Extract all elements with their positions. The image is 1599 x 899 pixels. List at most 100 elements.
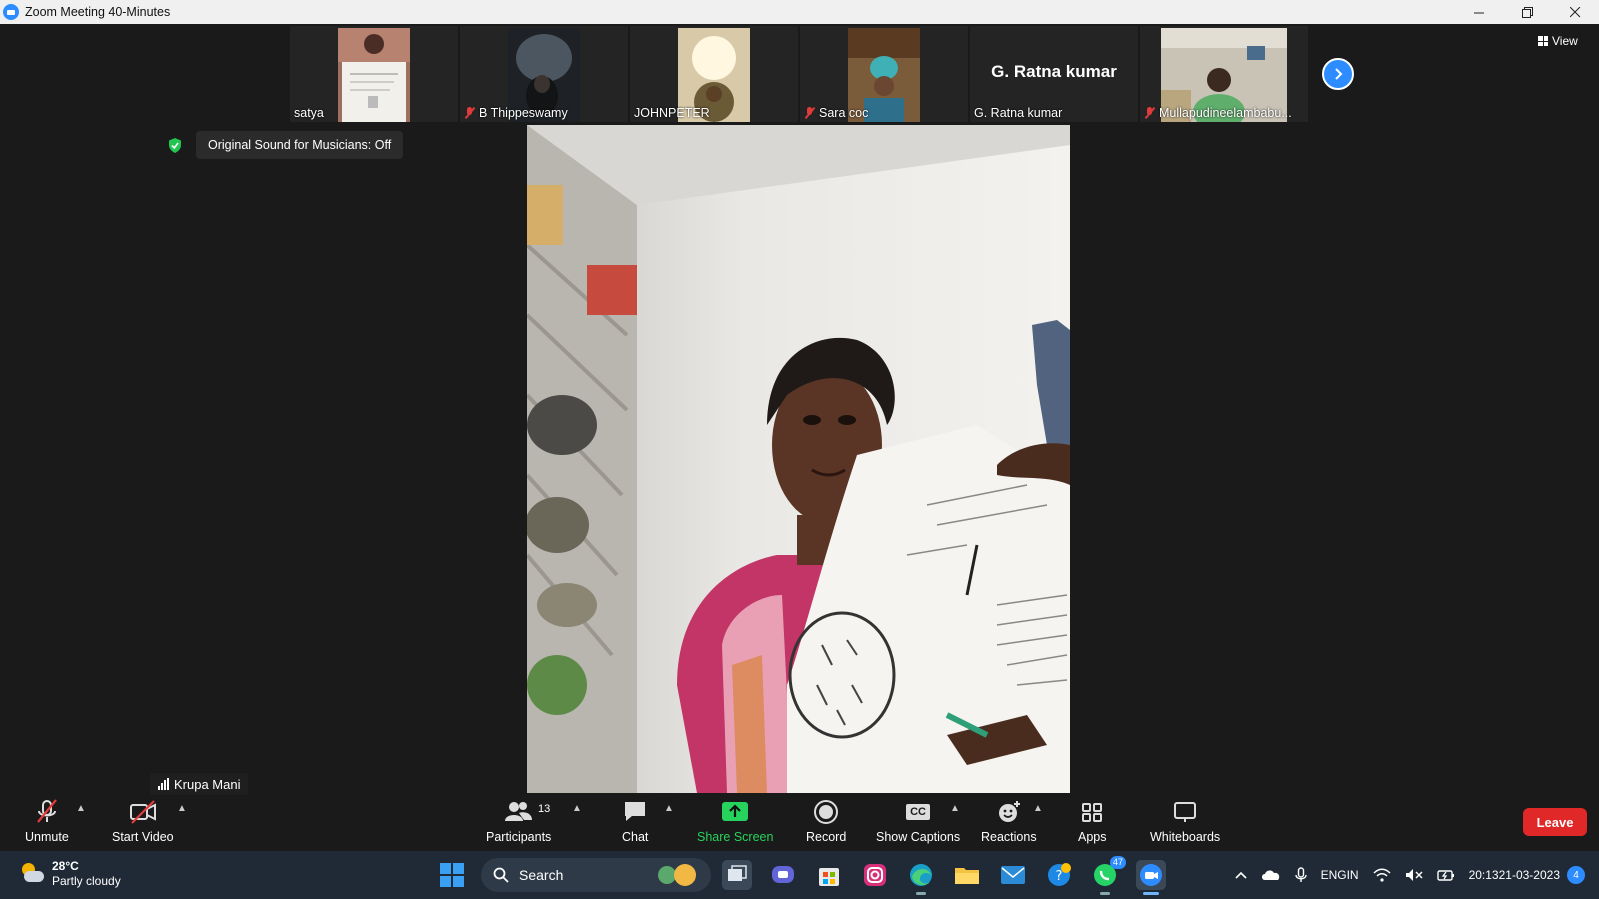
show-captions-label: Show Captions xyxy=(876,830,961,844)
minimize-icon xyxy=(1473,12,1484,13)
record-icon xyxy=(813,799,839,825)
taskbar-search-box[interactable]: Search xyxy=(481,858,711,892)
unmute-label: Unmute xyxy=(25,830,69,844)
restore-button[interactable] xyxy=(1503,0,1551,24)
participants-icon xyxy=(504,799,534,825)
microsoft-store-icon[interactable] xyxy=(814,860,844,890)
whiteboards-label: Whiteboards xyxy=(1150,830,1221,844)
participants-label: Participants xyxy=(486,830,552,844)
volume-muted-icon[interactable] xyxy=(1405,868,1423,882)
share-screen-label: Share Screen xyxy=(697,830,774,844)
chat-options-caret[interactable]: ▲ xyxy=(664,803,674,814)
participant-name-row: Mullapudineelambabu... xyxy=(1144,106,1292,120)
svg-text:?: ? xyxy=(1056,869,1063,884)
chat-label: Chat xyxy=(622,830,649,844)
share-screen-button[interactable]: Share Screen xyxy=(697,799,773,844)
task-view-icon[interactable] xyxy=(722,860,752,890)
video-options-caret[interactable]: ▲ xyxy=(177,803,187,814)
zoom-logo-icon xyxy=(3,4,19,20)
search-highlight-icon xyxy=(658,864,696,886)
participant-name-row: Sara coc xyxy=(804,106,868,120)
start-video-button[interactable]: Start Video xyxy=(112,799,174,844)
window-controls xyxy=(1455,0,1599,24)
record-label: Record xyxy=(806,830,847,844)
original-sound-toggle[interactable]: Original Sound for Musicians: Off xyxy=(196,131,404,159)
participant-tile[interactable]: JOHNPETER xyxy=(630,26,798,122)
participants-count: 13 xyxy=(538,803,551,815)
windows-taskbar: 28°C Partly cloudy Search ? 47 ENG IN 20… xyxy=(0,851,1599,899)
audio-options-caret[interactable]: ▲ xyxy=(76,803,86,814)
search-icon xyxy=(493,867,509,883)
participant-name: Mullapudineelambabu... xyxy=(1159,106,1292,120)
pinned-apps: ? 47 xyxy=(722,856,1166,895)
view-label: View xyxy=(1552,34,1578,48)
zoom-meeting-window: Zoom Meeting 40-Minutes satya B Thippesw… xyxy=(0,0,1599,899)
captions-options-caret[interactable]: ▲ xyxy=(950,803,960,814)
shield-check-icon xyxy=(169,138,181,153)
reactions-button[interactable]: Reactions xyxy=(981,799,1037,844)
close-button[interactable] xyxy=(1551,0,1599,24)
participant-name: G. Ratna kumar xyxy=(974,106,1063,120)
muted-mic-icon xyxy=(35,799,59,825)
chat-button[interactable]: Chat xyxy=(622,799,648,844)
apps-label: Apps xyxy=(1078,830,1107,844)
apps-button[interactable]: Apps xyxy=(1078,799,1107,844)
input-language-indicator[interactable]: ENG IN xyxy=(1321,868,1359,883)
video-off-icon xyxy=(129,799,157,825)
participant-tile[interactable]: Sara coc xyxy=(800,26,968,122)
reactions-options-caret[interactable]: ▲ xyxy=(1033,803,1043,814)
chat-icon xyxy=(622,799,648,825)
participant-tile[interactable]: B Thippeswamy xyxy=(460,26,628,122)
apps-icon xyxy=(1080,799,1104,825)
view-button[interactable]: View xyxy=(1538,34,1578,48)
participant-name-row: satya xyxy=(294,106,324,120)
signal-strength-icon xyxy=(158,778,169,790)
wifi-icon[interactable] xyxy=(1373,868,1391,882)
record-button[interactable]: Record xyxy=(806,799,846,844)
microphone-in-use-icon[interactable] xyxy=(1294,867,1307,883)
next-page-button[interactable] xyxy=(1322,58,1354,90)
unmute-button[interactable]: Unmute xyxy=(25,799,69,844)
onedrive-cloud-icon[interactable] xyxy=(1261,869,1281,881)
reaction-smiley-icon xyxy=(996,799,1022,825)
minimize-button[interactable] xyxy=(1455,0,1503,24)
closed-captions-icon: CC xyxy=(906,799,930,825)
muted-mic-icon xyxy=(464,107,475,119)
zoom-app-icon[interactable] xyxy=(1136,860,1166,895)
whatsapp-icon[interactable]: 47 xyxy=(1090,856,1126,895)
participant-tile[interactable]: Mullapudineelambabu... xyxy=(1140,26,1308,122)
participant-tile[interactable]: G. Ratna kumar G. Ratna kumar xyxy=(970,26,1138,122)
participant-name-row: JOHNPETER xyxy=(634,106,710,120)
windows-start-button[interactable] xyxy=(440,863,464,887)
participants-button[interactable]: 13 Participants xyxy=(486,799,551,844)
cc-glyph: CC xyxy=(906,804,930,820)
help-app-icon[interactable]: ? xyxy=(1044,860,1074,890)
close-icon xyxy=(1569,6,1580,17)
participant-gallery-strip: satya B Thippeswamy JOHNPETER Sara coc G… xyxy=(290,26,1308,122)
taskbar-clock[interactable]: 20:13 21-03-2023 xyxy=(1469,868,1560,883)
active-speaker-name: Krupa Mani xyxy=(174,776,241,792)
leave-button[interactable]: Leave xyxy=(1523,808,1587,836)
speaker-video-frame xyxy=(527,125,1070,793)
show-hidden-icons-chevron-icon[interactable] xyxy=(1234,871,1247,879)
weather-widget[interactable]: 28°C Partly cloudy xyxy=(18,859,121,889)
title-bar: Zoom Meeting 40-Minutes xyxy=(0,0,1599,24)
participants-options-caret[interactable]: ▲ xyxy=(572,803,582,814)
share-screen-icon xyxy=(721,799,749,825)
edge-browser-icon[interactable] xyxy=(906,860,936,895)
battery-charging-icon[interactable] xyxy=(1436,868,1455,882)
notification-count-badge[interactable]: 4 xyxy=(1567,866,1585,884)
show-captions-button[interactable]: CC Show Captions xyxy=(876,799,960,844)
participant-tile[interactable]: satya xyxy=(290,26,458,122)
whiteboards-button[interactable]: Whiteboards xyxy=(1150,799,1220,844)
teams-chat-icon[interactable] xyxy=(768,860,798,890)
participant-name-row: B Thippeswamy xyxy=(464,106,568,120)
file-explorer-icon[interactable] xyxy=(952,860,982,890)
meeting-toolbar: Unmute ▲ Start Video ▲ 13 Participants ▲… xyxy=(0,795,1599,851)
grid-view-icon xyxy=(1538,36,1548,46)
instagram-icon[interactable] xyxy=(860,860,890,890)
clock-date: 21-03-2023 xyxy=(1498,867,1560,882)
participant-video xyxy=(338,28,410,122)
search-label: Search xyxy=(519,867,564,883)
mail-app-icon[interactable] xyxy=(998,860,1028,890)
